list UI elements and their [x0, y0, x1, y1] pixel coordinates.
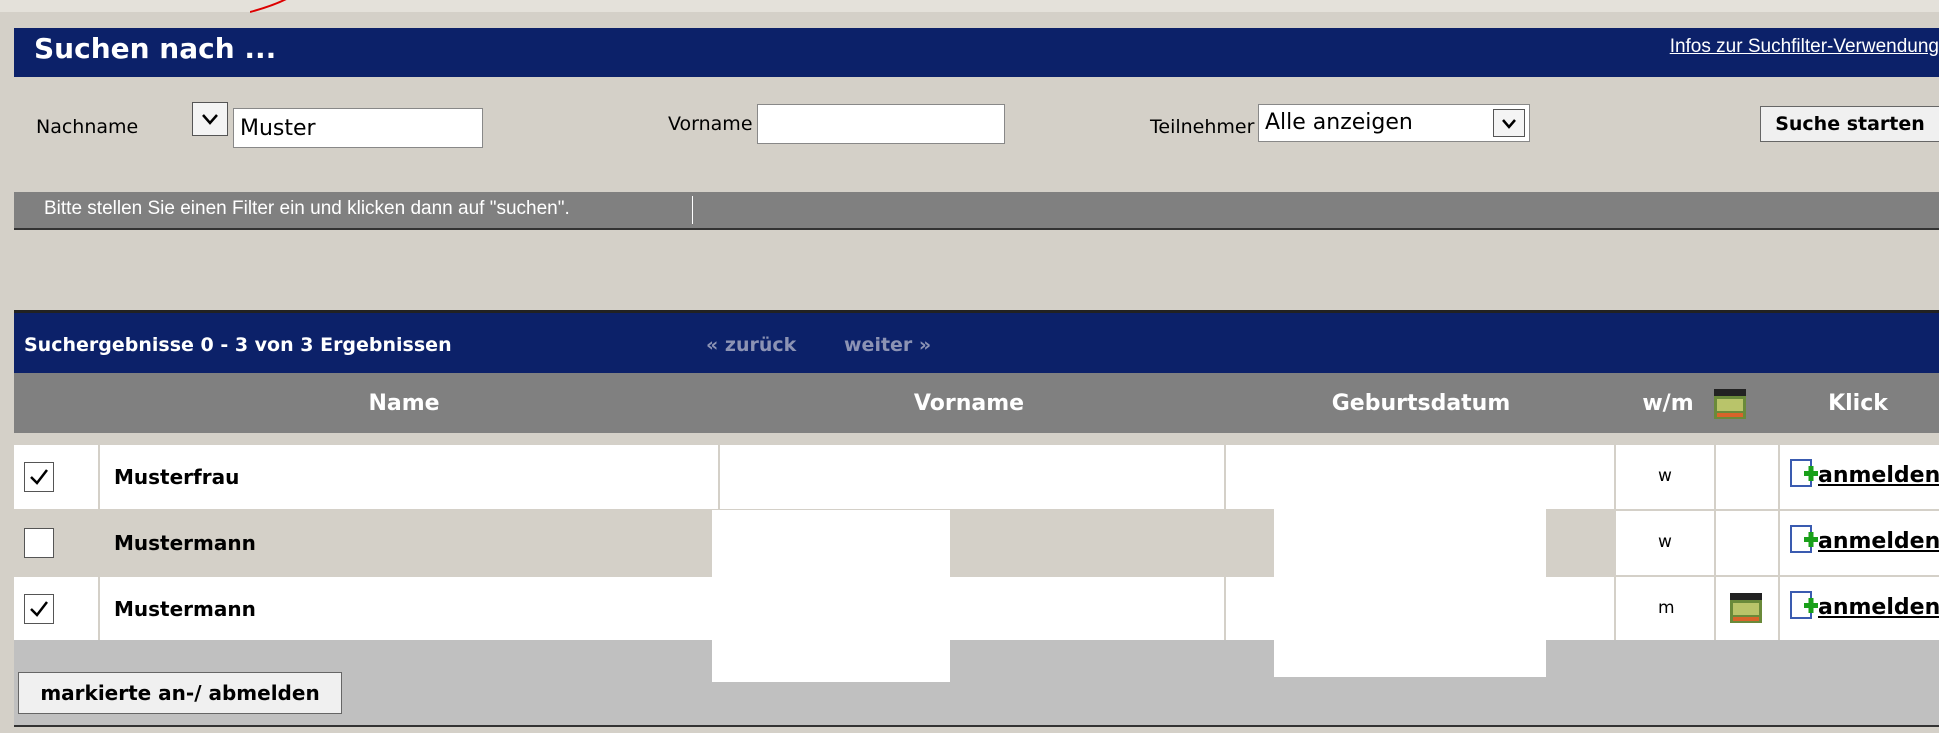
filter-info-link[interactable]: Infos zur Suchfilter-Verwendung: [1670, 36, 1939, 58]
vorname-input[interactable]: [757, 104, 1005, 144]
vorname-cell: [720, 445, 1226, 509]
table-row: Musterfrau w anmelden: [14, 445, 1939, 509]
icon-cell: [1716, 445, 1780, 509]
column-header-name[interactable]: Name: [94, 391, 714, 416]
wm-cell: w: [1616, 511, 1716, 575]
row-checkbox[interactable]: [24, 594, 54, 624]
klick-cell: anmelden: [1780, 577, 1939, 641]
calendar-icon: [1714, 389, 1746, 423]
hint-bar: Bitte stellen Sie einen Filter ein und k…: [14, 192, 1939, 230]
nachname-input[interactable]: [233, 108, 483, 148]
name-cell: Musterfrau: [100, 445, 720, 509]
teilnehmer-label: Teilnehmer: [1150, 116, 1255, 138]
klick-cell: anmelden: [1780, 511, 1939, 575]
bulk-action-area: markierte an-/ abmelden: [14, 640, 1939, 727]
hint-text: Bitte stellen Sie einen Filter ein und k…: [44, 198, 570, 219]
chevron-down-icon: [202, 114, 218, 125]
column-header-wm[interactable]: w/m: [1618, 391, 1718, 416]
results-bar: Suchergebnisse 0 - 3 von 3 Ergebnissen «…: [14, 313, 1939, 373]
row-checkbox-cell: [14, 445, 100, 509]
row-wm: w: [1658, 532, 1672, 552]
icon-cell: [1716, 511, 1780, 575]
column-header-vorname[interactable]: Vorname: [714, 391, 1224, 416]
register-link[interactable]: anmelden: [1818, 595, 1939, 620]
nachname-label: Nachname: [36, 116, 139, 138]
search-title: Suchen nach ...: [34, 32, 277, 65]
nachname-operator-dropdown[interactable]: [192, 102, 228, 136]
pager-prev-link[interactable]: « zurück: [706, 334, 796, 356]
table-header: Name Vorname Geburtsdatum w/m Klick: [14, 373, 1939, 433]
register-link[interactable]: anmelden: [1818, 529, 1939, 554]
row-checkbox-cell: [14, 511, 100, 575]
icon-cell: [1716, 577, 1780, 641]
checkbox-check-icon: [30, 601, 48, 617]
register-link[interactable]: anmelden: [1818, 463, 1939, 488]
geburtsdatum-cell: [1226, 445, 1616, 509]
row-checkbox[interactable]: [24, 462, 54, 492]
search-header: Suchen nach ... Infos zur Suchfilter-Ver…: [14, 28, 1939, 77]
row-checkbox-cell: [14, 577, 100, 641]
redacted-area: [712, 510, 950, 682]
spacer-area: [14, 230, 1939, 313]
chevron-down-icon: [1502, 119, 1516, 129]
vorname-label: Vorname: [668, 113, 753, 135]
bulk-register-button[interactable]: markierte an-/ abmelden: [18, 672, 342, 714]
column-header-geburtsdatum[interactable]: Geburtsdatum: [1226, 391, 1616, 416]
wm-cell: m: [1616, 577, 1716, 641]
teilnehmer-select[interactable]: Alle anzeigen: [1258, 104, 1530, 142]
row-name: Musterfrau: [114, 465, 240, 489]
calendar-icon: [1730, 593, 1762, 627]
row-wm: w: [1658, 466, 1672, 486]
row-name: Mustermann: [114, 597, 256, 621]
row-name: Mustermann: [114, 531, 256, 555]
column-header-klick: Klick: [1828, 391, 1888, 416]
redacted-area: [1274, 505, 1546, 677]
hint-separator: [692, 196, 693, 224]
name-cell: Mustermann: [100, 511, 720, 575]
decorative-arc: [250, 0, 287, 13]
add-document-icon: [1790, 525, 1820, 561]
search-start-button[interactable]: Suche starten: [1760, 106, 1939, 142]
add-document-icon: [1790, 591, 1820, 627]
row-wm: m: [1658, 598, 1675, 618]
results-summary: Suchergebnisse 0 - 3 von 3 Ergebnissen: [24, 334, 452, 356]
select-arrow[interactable]: [1493, 109, 1525, 137]
row-checkbox[interactable]: [24, 528, 54, 558]
klick-cell: anmelden: [1780, 445, 1939, 509]
name-cell: Mustermann: [100, 577, 720, 641]
filter-row: Nachname Vorname Teilnehmer Alle anzeige…: [14, 78, 1939, 188]
table-row: Mustermann w anmelden: [14, 511, 1939, 575]
pager-next-link[interactable]: weiter »: [844, 334, 931, 356]
wm-cell: w: [1616, 445, 1716, 509]
add-document-icon: [1790, 459, 1820, 495]
table-row: Mustermann m anmelden: [14, 577, 1939, 641]
teilnehmer-selected-value: Alle anzeigen: [1265, 110, 1413, 135]
checkbox-check-icon: [30, 469, 48, 485]
